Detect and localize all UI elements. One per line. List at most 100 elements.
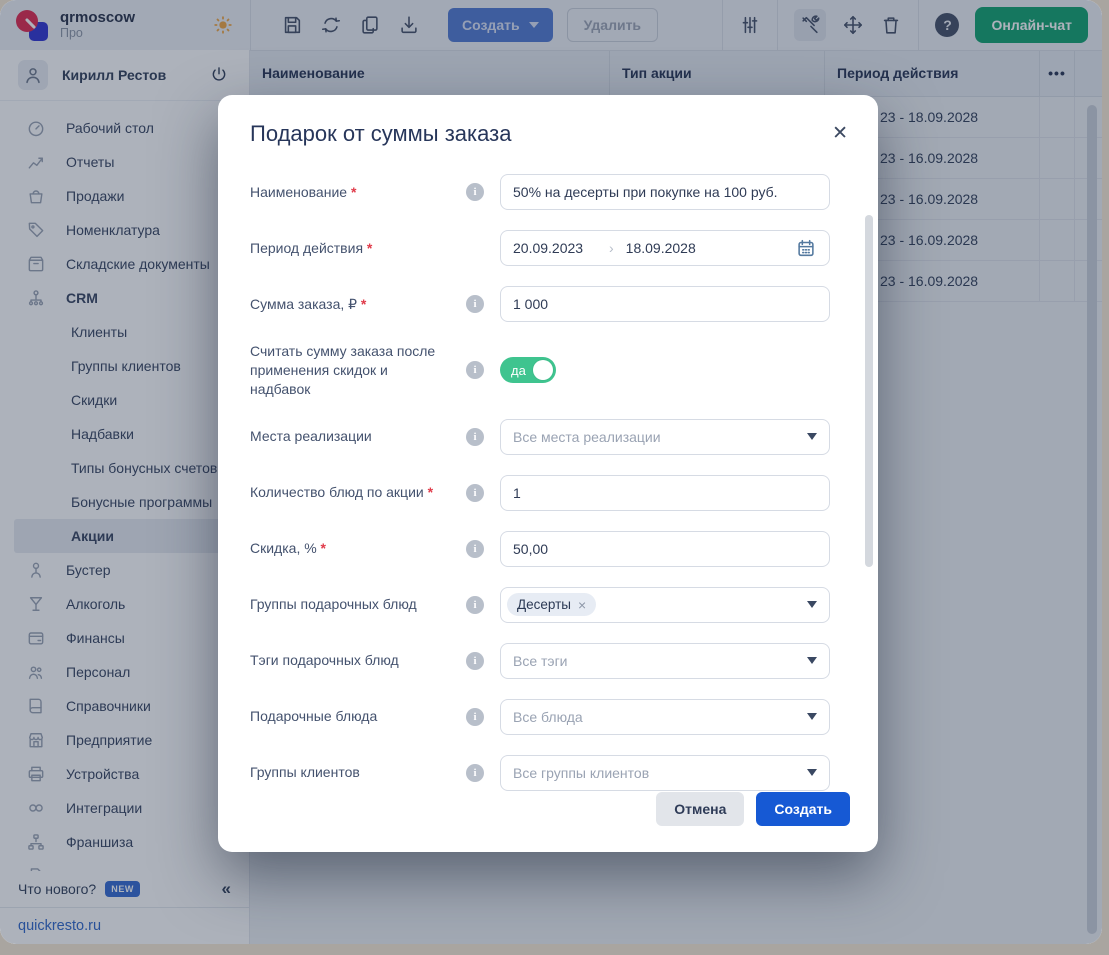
form-field-row: Количество блюд по акции * i 1 xyxy=(250,475,878,511)
field-control: 1 000 xyxy=(500,286,830,322)
text-input[interactable]: 1 xyxy=(500,475,830,511)
input-value: 1 000 xyxy=(513,296,548,312)
field-label: Группы клиентов xyxy=(250,763,450,782)
select-placeholder: Все блюда xyxy=(513,709,583,725)
field-label-text: Считать сумму заказа после применения ск… xyxy=(250,343,435,397)
toggle-switch[interactable]: да xyxy=(500,357,556,383)
date-from-value[interactable]: 20.09.2023 xyxy=(513,240,609,256)
text-input[interactable]: 1 000 xyxy=(500,286,830,322)
info-icon[interactable]: i xyxy=(466,484,484,502)
info-icon[interactable]: i xyxy=(466,652,484,670)
select-input[interactable]: Все блюда xyxy=(500,699,830,735)
form-field-row: Группы подарочных блюд i Десерты × xyxy=(250,587,878,623)
info-cell: i xyxy=(450,295,500,313)
modal-form: Наименование * i 50% на десерты при покупк… xyxy=(218,147,878,791)
select-placeholder: Все тэги xyxy=(513,653,568,669)
field-control: Все места реализации xyxy=(500,419,830,455)
field-control: Десерты × xyxy=(500,587,830,623)
info-icon[interactable]: i xyxy=(466,764,484,782)
form-field-row: Скидка, % * i 50,00 xyxy=(250,531,878,567)
info-icon[interactable]: i xyxy=(466,183,484,201)
required-asterisk: * xyxy=(424,484,433,500)
info-cell: i xyxy=(450,361,500,379)
info-cell: i xyxy=(450,540,500,558)
submit-create-button[interactable]: Создать xyxy=(756,792,850,826)
info-cell: i xyxy=(450,183,500,201)
select-input[interactable]: Все места реализации xyxy=(500,419,830,455)
text-input[interactable]: 50,00 xyxy=(500,531,830,567)
form-field-row: Тэги подарочных блюд i Все тэги xyxy=(250,643,878,679)
field-control: 1 xyxy=(500,475,830,511)
field-label: Тэги подарочных блюд xyxy=(250,651,450,670)
field-label: Места реализации xyxy=(250,427,450,446)
form-field-row: Период действия * 20.09.2023›18.09.2028 xyxy=(250,230,878,266)
form-field-row: Наименование * i 50% на десерты при покупк… xyxy=(250,174,878,210)
field-label: Группы подарочных блюд xyxy=(250,595,450,614)
info-icon[interactable]: i xyxy=(466,295,484,313)
text-input[interactable]: 50% на десерты при покупке на 100 руб. xyxy=(500,174,830,210)
info-icon[interactable]: i xyxy=(466,596,484,614)
form-field-row: Сумма заказа, ₽ * i 1 000 xyxy=(250,286,878,322)
info-icon[interactable]: i xyxy=(466,540,484,558)
field-label: Сумма заказа, ₽ * xyxy=(250,295,450,314)
modal-scrollbar[interactable] xyxy=(865,215,873,567)
field-control: 50,00 xyxy=(500,531,830,567)
field-control: Все тэги xyxy=(500,643,830,679)
multiselect-input[interactable]: Десерты × xyxy=(500,587,830,623)
field-label: Период действия * xyxy=(250,239,450,258)
field-control: Все группы клиентов xyxy=(500,755,830,791)
chevron-down-icon xyxy=(807,433,817,440)
date-to-value[interactable]: 18.09.2028 xyxy=(626,240,696,256)
required-asterisk: * xyxy=(363,240,372,256)
select-input[interactable]: Все тэги xyxy=(500,643,830,679)
field-control: Все блюда xyxy=(500,699,830,735)
info-icon[interactable]: i xyxy=(466,361,484,379)
cancel-button[interactable]: Отмена xyxy=(656,792,744,826)
field-label-text: Сумма заказа, ₽ xyxy=(250,296,357,312)
daterange-input[interactable]: 20.09.2023›18.09.2028 xyxy=(500,230,830,266)
field-label: Наименование * xyxy=(250,183,450,202)
field-control: да xyxy=(500,357,830,383)
field-label-text: Тэги подарочных блюд xyxy=(250,652,399,668)
chevron-down-icon xyxy=(807,601,817,608)
chip-label: Десерты xyxy=(517,597,571,612)
toggle-label: да xyxy=(511,363,526,378)
chevron-down-icon xyxy=(807,713,817,720)
field-control: 20.09.2023›18.09.2028 xyxy=(500,230,830,266)
field-label-text: Группы клиентов xyxy=(250,764,360,780)
form-field-row: Места реализации i Все места реализации xyxy=(250,419,878,455)
info-cell: i xyxy=(450,596,500,614)
info-cell: i xyxy=(450,484,500,502)
required-asterisk: * xyxy=(347,184,356,200)
input-value: 50,00 xyxy=(513,541,548,557)
chip-remove-icon[interactable]: × xyxy=(578,598,586,612)
close-icon[interactable]: ✕ xyxy=(832,124,848,143)
field-control: 50% на десерты при покупке на 100 руб. xyxy=(500,174,830,210)
required-asterisk: * xyxy=(317,540,326,556)
chevron-down-icon xyxy=(807,769,817,776)
form-field-row: Подарочные блюда i Все блюда xyxy=(250,699,878,735)
input-value: 1 xyxy=(513,485,521,501)
modal-title: Подарок от суммы заказа xyxy=(250,121,511,147)
field-label-text: Скидка, % xyxy=(250,540,317,556)
info-icon[interactable]: i xyxy=(466,428,484,446)
field-label-text: Места реализации xyxy=(250,428,372,444)
select-placeholder: Все группы клиентов xyxy=(513,765,649,781)
field-label-text: Наименование xyxy=(250,184,347,200)
info-cell: i xyxy=(450,708,500,726)
info-cell: i xyxy=(450,428,500,446)
info-icon[interactable]: i xyxy=(466,708,484,726)
chevron-down-icon xyxy=(807,657,817,664)
select-input[interactable]: Все группы клиентов xyxy=(500,755,830,791)
app-window: qrmoscow Про Создать Удалить ? xyxy=(0,0,1102,944)
info-cell: i xyxy=(450,764,500,782)
gift-promotion-modal: Подарок от суммы заказа ✕ Наименование *… xyxy=(218,95,878,852)
selected-chip: Десерты × xyxy=(507,593,596,616)
info-cell: i xyxy=(450,652,500,670)
field-label-text: Количество блюд по акции xyxy=(250,484,424,500)
calendar-icon[interactable] xyxy=(795,237,817,259)
field-label-text: Подарочные блюда xyxy=(250,708,377,724)
field-label-text: Период действия xyxy=(250,240,363,256)
form-field-row: Считать сумму заказа после применения ск… xyxy=(250,342,878,399)
toggle-knob xyxy=(533,360,553,380)
